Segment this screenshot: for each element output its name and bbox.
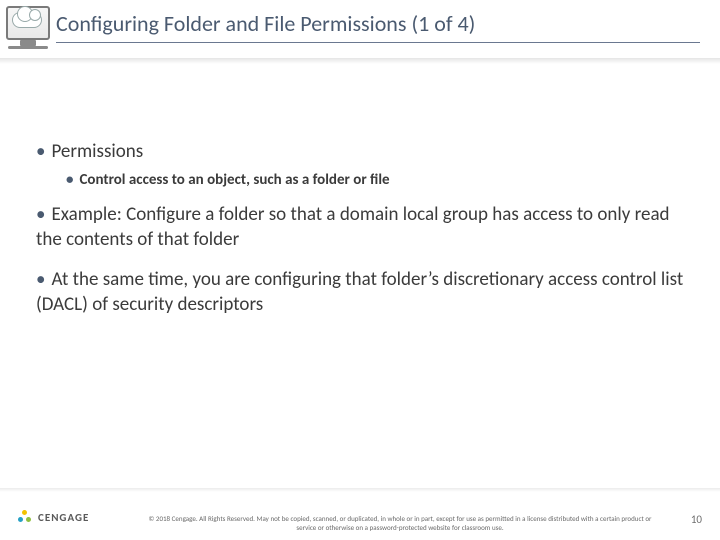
bullet-text: Control access to an object, such as a f… [79,171,389,189]
bullet-dot-icon: • [36,268,45,291]
bullet-text: At the same time, you are configuring th… [36,268,683,316]
bullet-example: •Example: Configure a folder so that a d… [36,203,692,252]
slide: Configuring Folder and File Permissions … [0,0,720,540]
bullet-permissions: • Permissions [36,140,692,163]
slide-title: Configuring Folder and File Permissions … [56,10,700,37]
brand-logo: CENGAGE [18,510,89,524]
copyright-text: © 2018 Cengage. All Rights Reserved. May… [140,514,660,532]
brand-text: CENGAGE [38,511,89,524]
bullet-dot-icon: • [66,171,73,189]
header-shadow [0,58,720,64]
bullet-dot-icon: • [36,140,45,163]
sub-bullet-control-access: • Control access to an object, such as a … [66,171,692,189]
page-number: 10 [691,513,702,526]
bullet-text: Example: Configure a folder so that a do… [36,203,670,251]
title-underline [56,42,700,43]
bullet-dacl: •At the same time, you are configuring t… [36,268,692,317]
cloud-icon [12,12,42,28]
bullet-text: Permissions [51,140,143,163]
footer-divider [0,488,720,492]
monitor-base-icon [8,46,48,49]
slide-body: • Permissions • Control access to an objec… [36,140,692,334]
brand-mark-icon [18,510,32,524]
bullet-dot-icon: • [36,203,45,226]
